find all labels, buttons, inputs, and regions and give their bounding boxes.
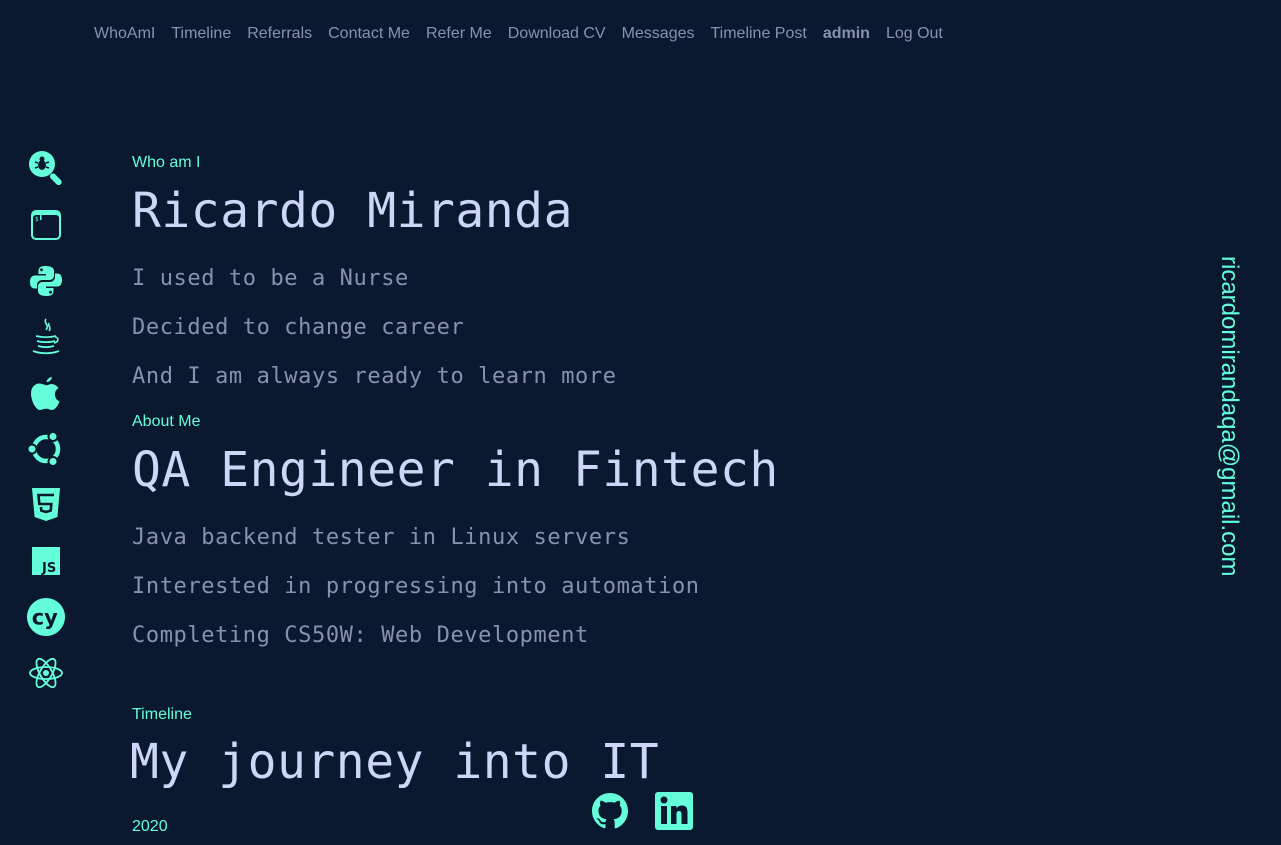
python-icon [26,261,66,301]
javascript-icon: JS [26,541,66,581]
svg-text:cy: cy [32,606,58,630]
terminal-icon: $ [26,205,66,245]
nav-link-admin[interactable]: admin [823,24,870,44]
whoami-line: I used to be a Nurse [132,266,409,291]
svg-text:$: $ [35,216,39,223]
apple-icon [26,373,66,413]
html5-icon [26,485,66,525]
email-link[interactable]: ricardomirandaqa@gmail.com [1215,256,1243,576]
cypress-icon: cy [26,597,66,637]
nav-link-download-cv[interactable]: Download CV [508,24,606,44]
page-title: Ricardo Miranda [132,183,573,239]
about-title: QA Engineer in Fintech [132,442,779,498]
timeline-eyebrow: Timeline [132,706,192,723]
github-icon[interactable] [590,790,630,832]
react-icon [26,653,66,693]
nav-link-whoami[interactable]: WhoAmI [94,24,155,44]
about-line: Completing CS50W: Web Development [132,623,589,648]
timeline-title: My journey into IT [130,734,660,790]
ubuntu-icon [26,429,66,469]
nav-link-messages[interactable]: Messages [622,24,695,44]
whoami-line: Decided to change career [132,315,465,340]
timeline-year: 2020 [132,818,168,835]
whoami-line: And I am always ready to learn more [132,364,617,389]
nav-link-timeline[interactable]: Timeline [171,24,231,44]
java-icon [26,317,66,357]
nav-link-referrals[interactable]: Referrals [247,24,312,44]
nav-link-refer-me[interactable]: Refer Me [426,24,492,44]
top-nav: WhoAmI Timeline Referrals Contact Me Ref… [94,24,959,44]
nav-link-contact-me[interactable]: Contact Me [328,24,410,44]
whoami-eyebrow: Who am I [132,154,201,171]
svg-text:JS: JS [41,561,56,576]
nav-link-timeline-post[interactable]: Timeline Post [710,24,806,44]
nav-link-log-out[interactable]: Log Out [886,24,943,44]
about-line: Java backend tester in Linux servers [132,525,631,550]
qa-search-bug-icon [26,148,66,188]
about-eyebrow: About Me [132,413,201,430]
about-line: Interested in progressing into automatio… [132,574,700,599]
linkedin-icon[interactable] [654,790,694,832]
